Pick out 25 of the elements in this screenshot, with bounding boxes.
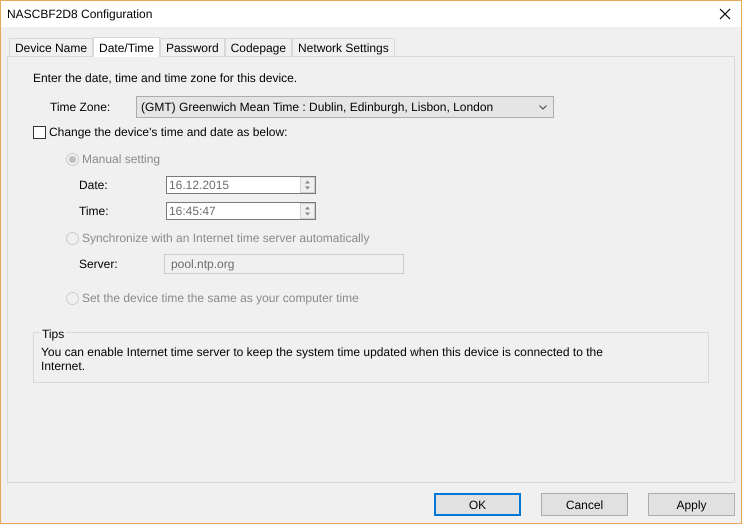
tab[interactable]: Password: [160, 38, 225, 56]
time-zone-dropdown[interactable]: (GMT) Greenwich Mean Time : Dublin, Edinburgh, Lisbon, London: [136, 96, 554, 118]
window-title: NASCBF2D8 Configuration: [7, 6, 152, 23]
option-label: Set the device time the same as your computer time: [82, 290, 359, 307]
tip-text: You can enable Internet time server to keep the system time updated when this device is connected to the Internet.: [41, 345, 604, 373]
tab[interactable]: Codepage: [224, 38, 292, 56]
close-icon[interactable]: [719, 8, 731, 20]
dialog-button[interactable]: OK: [434, 493, 521, 516]
instruction-text: Enter the date, time and time zone for this device.: [33, 70, 298, 87]
field-label: Server:: [79, 256, 119, 273]
field-label: Time:: [79, 203, 110, 220]
field-label: Time Zone:: [49, 99, 112, 116]
field-label: Date:: [79, 177, 109, 194]
tab[interactable]: Network Settings: [292, 38, 395, 56]
dialog-button[interactable]: Cancel: [541, 493, 628, 516]
dialog-button[interactable]: Apply: [648, 493, 735, 516]
up-down-arrows-icon[interactable]: [300, 203, 315, 219]
chevron-down-icon: [539, 104, 547, 110]
option-label: Manual setting: [82, 151, 160, 168]
option-label: Synchronize with an Internet time server automatically: [82, 230, 370, 247]
checkbox[interactable]: [33, 126, 46, 138]
checkbox-label: Change the device's time and date as below:: [49, 124, 288, 141]
up-down-arrows-icon[interactable]: [300, 177, 315, 193]
tab[interactable]: Device Name: [9, 38, 94, 56]
tab[interactable]: Date/Time: [93, 37, 160, 57]
